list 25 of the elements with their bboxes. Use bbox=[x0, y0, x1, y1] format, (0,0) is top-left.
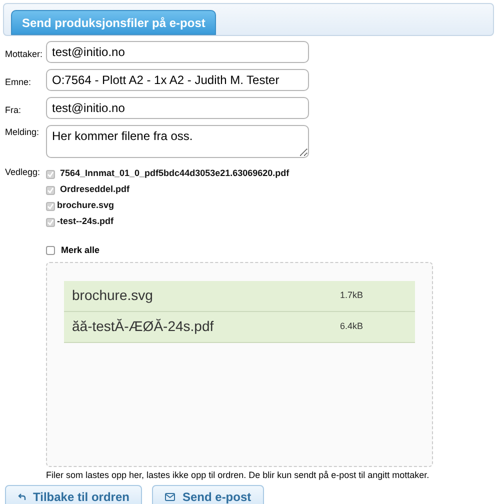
select-all-label: Merk alle bbox=[61, 244, 100, 257]
input-field[interactable]: test@initio.no bbox=[46, 41, 309, 63]
attachment-name: 7564_Innmat_01_0_pdf5bdc44d3053e21.63069620.pdf bbox=[60, 167, 290, 180]
attachment-name: -test--24s.pdf bbox=[57, 215, 114, 228]
action-button[interactable]: Tilbake til ordren bbox=[5, 485, 142, 504]
attachment-name: Ordreseddel.pdf bbox=[60, 183, 130, 196]
drop-zone[interactable]: brochure.svg 1.7kB ăă-testĂ-ÆØĂ-24s.pdf 6.4kB bbox=[46, 262, 433, 466]
action-button[interactable]: Send e-post bbox=[152, 485, 264, 504]
input-field[interactable]: O:7564 - Plott A2 - 1x A2 - Judith M. Tester bbox=[46, 69, 309, 91]
envelope-icon bbox=[165, 493, 176, 501]
field-label: Melding: bbox=[5, 126, 40, 138]
file-size: 1.7kB bbox=[340, 288, 364, 302]
return-arrow-icon bbox=[18, 493, 26, 501]
attachments-label: Vedlegg: bbox=[4, 166, 42, 179]
message-field[interactable]: Her kommer filene fra oss. bbox=[46, 125, 309, 158]
checkbox[interactable] bbox=[46, 246, 55, 256]
file-name: brochure.svg bbox=[72, 286, 154, 305]
field-label: Fra: bbox=[5, 104, 22, 116]
field-label: Mottaker: bbox=[5, 48, 44, 60]
file-size: 6.4kB bbox=[340, 320, 364, 333]
file-name: ăă-testĂ-ÆØĂ-24s.pdf bbox=[72, 317, 215, 336]
upload-note: Filer som lastes opp her, lastes ikke opp til ordren. De blir kun sendt på e-post til angitt mottaker. bbox=[46, 468, 430, 482]
attachment-name: brochure.svg bbox=[57, 199, 114, 212]
field-label: Emne: bbox=[5, 76, 32, 88]
input-field[interactable]: test@initio.no bbox=[46, 97, 309, 119]
